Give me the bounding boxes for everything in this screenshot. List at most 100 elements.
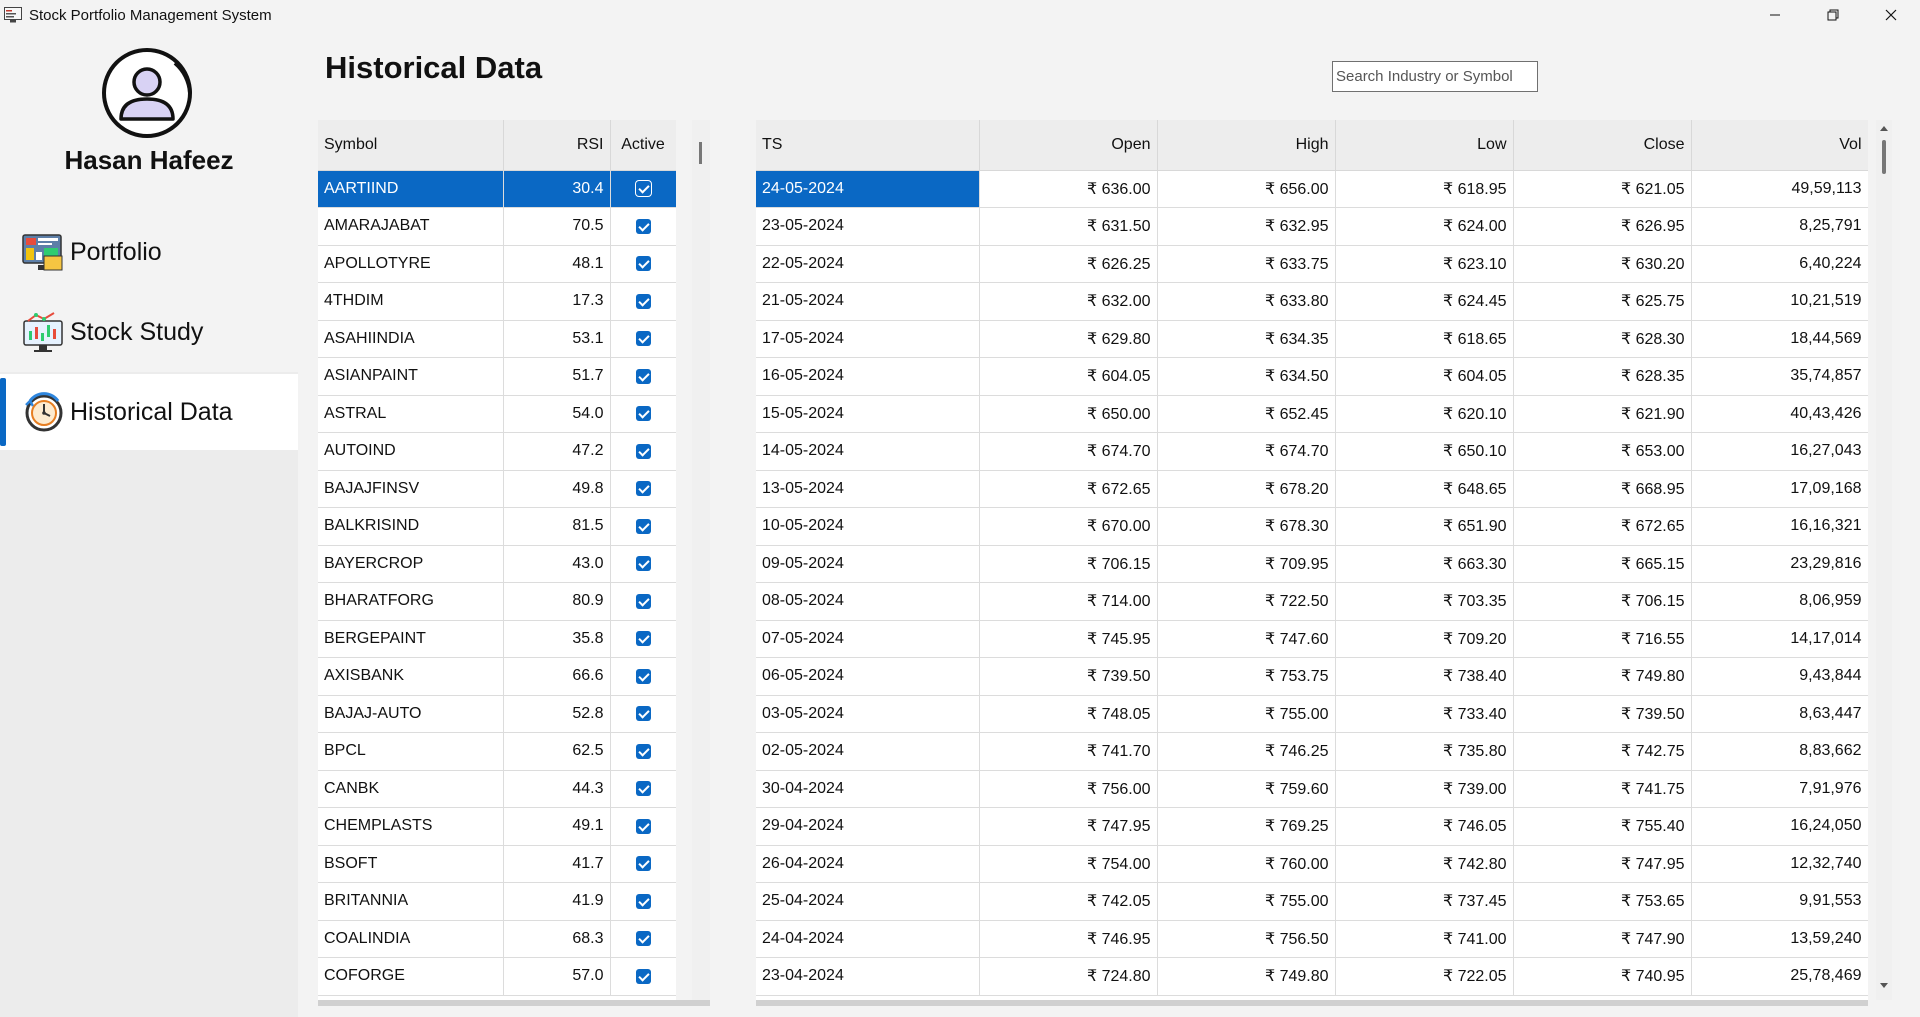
minimize-button[interactable] [1746, 0, 1804, 30]
cell-close[interactable]: ₹ 621.05 [1513, 170, 1692, 208]
cell-close[interactable]: ₹ 672.65 [1513, 507, 1692, 546]
cell-ts[interactable]: 21-05-2024 [756, 282, 980, 321]
cell-close[interactable]: ₹ 706.15 [1513, 582, 1692, 621]
cell-ts[interactable]: 02-05-2024 [756, 732, 980, 771]
active-checkbox[interactable] [635, 931, 651, 947]
cell-rsi[interactable]: 52.8 [503, 695, 611, 733]
cell-symbol[interactable]: 4THDIM [318, 282, 504, 321]
cell-open[interactable]: ₹ 741.70 [979, 732, 1158, 771]
table-row[interactable]: 06-05-2024 ₹ 739.50 ₹ 753.75 ₹ 738.40 ₹ 749.… [756, 657, 1868, 696]
active-checkbox[interactable] [635, 518, 651, 534]
cell-symbol[interactable]: AUTOIND [318, 432, 504, 471]
cell-rsi[interactable]: 48.1 [503, 245, 611, 283]
cell-open[interactable]: ₹ 746.95 [979, 920, 1158, 958]
cell-ts[interactable]: 16-05-2024 [756, 357, 980, 396]
cell-vol[interactable]: 40,43,426 [1691, 395, 1868, 433]
cell-open[interactable]: ₹ 670.00 [979, 507, 1158, 546]
table-row[interactable]: BPCL 62.5 [318, 732, 676, 771]
active-checkbox[interactable] [635, 556, 651, 572]
cell-low[interactable]: ₹ 742.80 [1335, 845, 1514, 883]
sidebar-item-portfolio[interactable]: Portfolio [0, 214, 298, 290]
cell-close[interactable]: ₹ 628.30 [1513, 320, 1692, 358]
cell-high[interactable]: ₹ 678.30 [1157, 507, 1336, 546]
cell-rsi[interactable]: 47.2 [503, 432, 611, 471]
cell-open[interactable]: ₹ 604.05 [979, 357, 1158, 396]
cell-vol[interactable]: 25,78,469 [1691, 957, 1868, 996]
active-checkbox[interactable] [634, 180, 652, 198]
cell-close[interactable]: ₹ 668.95 [1513, 470, 1692, 508]
table-row[interactable]: 10-05-2024 ₹ 670.00 ₹ 678.30 ₹ 651.90 ₹ 672.… [756, 507, 1868, 546]
cell-low[interactable]: ₹ 739.00 [1335, 770, 1514, 808]
active-checkbox[interactable] [635, 406, 651, 422]
cell-high[interactable]: ₹ 634.50 [1157, 357, 1336, 396]
table-row[interactable]: AARTIIND 30.4 [318, 170, 676, 208]
column-header-close[interactable]: Close [1513, 120, 1692, 171]
column-header-active[interactable]: Active [610, 120, 676, 171]
scroll-up-icon[interactable] [1879, 124, 1889, 132]
cell-rsi[interactable]: 44.3 [503, 770, 611, 808]
table-row[interactable]: BAJAJ-AUTO 52.8 [318, 695, 676, 733]
active-checkbox[interactable] [635, 893, 651, 909]
cell-vol[interactable]: 23,29,816 [1691, 545, 1868, 583]
symbols-scrollbar-thumb[interactable] [699, 142, 702, 164]
cell-rsi[interactable]: 30.4 [503, 170, 611, 208]
cell-ts[interactable]: 14-05-2024 [756, 432, 980, 471]
cell-high[interactable]: ₹ 755.00 [1157, 882, 1336, 921]
cell-ts[interactable]: 25-04-2024 [756, 882, 980, 921]
cell-close[interactable]: ₹ 740.95 [1513, 957, 1692, 996]
table-row[interactable]: BSOFT 41.7 [318, 845, 676, 883]
table-row[interactable]: 26-04-2024 ₹ 754.00 ₹ 760.00 ₹ 742.80 ₹ 747.… [756, 845, 1868, 883]
cell-low[interactable]: ₹ 741.00 [1335, 920, 1514, 958]
cell-symbol[interactable]: BERGEPAINT [318, 620, 504, 658]
active-checkbox[interactable] [635, 218, 651, 234]
table-row[interactable]: COALINDIA 68.3 [318, 920, 676, 958]
cell-open[interactable]: ₹ 748.05 [979, 695, 1158, 733]
cell-close[interactable]: ₹ 625.75 [1513, 282, 1692, 321]
cell-close[interactable]: ₹ 747.95 [1513, 845, 1692, 883]
table-row[interactable]: 02-05-2024 ₹ 741.70 ₹ 746.25 ₹ 735.80 ₹ 742.… [756, 732, 1868, 771]
cell-rsi[interactable]: 43.0 [503, 545, 611, 583]
cell-low[interactable]: ₹ 623.10 [1335, 245, 1514, 283]
cell-high[interactable]: ₹ 759.60 [1157, 770, 1336, 808]
cell-high[interactable]: ₹ 678.20 [1157, 470, 1336, 508]
active-checkbox[interactable] [635, 593, 651, 609]
scroll-down-icon[interactable] [1879, 982, 1889, 990]
cell-low[interactable]: ₹ 618.95 [1335, 170, 1514, 208]
cell-ts[interactable]: 23-04-2024 [756, 957, 980, 996]
cell-open[interactable]: ₹ 724.80 [979, 957, 1158, 996]
cell-rsi[interactable]: 57.0 [503, 957, 611, 996]
cell-close[interactable]: ₹ 621.90 [1513, 395, 1692, 433]
cell-symbol[interactable]: BAJAJ-AUTO [318, 695, 504, 733]
cell-symbol[interactable]: BRITANNIA [318, 882, 504, 921]
active-checkbox[interactable] [635, 631, 651, 647]
active-checkbox[interactable] [635, 968, 651, 984]
cell-symbol[interactable]: BALKRISIND [318, 507, 504, 546]
symbols-scrollbar[interactable] [692, 120, 710, 1000]
cell-high[interactable]: ₹ 709.95 [1157, 545, 1336, 583]
cell-symbol[interactable]: CANBK [318, 770, 504, 808]
column-header-rsi[interactable]: RSI [503, 120, 611, 171]
close-button[interactable] [1862, 0, 1920, 30]
cell-high[interactable]: ₹ 755.00 [1157, 695, 1336, 733]
table-row[interactable]: 25-04-2024 ₹ 742.05 ₹ 755.00 ₹ 737.45 ₹ 753.… [756, 882, 1868, 921]
cell-ts[interactable]: 24-04-2024 [756, 920, 980, 958]
cell-rsi[interactable]: 49.1 [503, 807, 611, 846]
active-checkbox[interactable] [635, 256, 651, 272]
table-row[interactable]: 09-05-2024 ₹ 706.15 ₹ 709.95 ₹ 663.30 ₹ 665.… [756, 545, 1868, 583]
table-row[interactable]: CHEMPLASTS 49.1 [318, 807, 676, 846]
cell-rsi[interactable]: 66.6 [503, 657, 611, 696]
cell-high[interactable]: ₹ 747.60 [1157, 620, 1336, 658]
cell-open[interactable]: ₹ 631.50 [979, 207, 1158, 246]
cell-vol[interactable]: 18,44,569 [1691, 320, 1868, 358]
table-row[interactable]: APOLLOTYRE 48.1 [318, 245, 676, 283]
table-row[interactable]: 24-04-2024 ₹ 746.95 ₹ 756.50 ₹ 741.00 ₹ 747.… [756, 920, 1868, 958]
cell-high[interactable]: ₹ 633.80 [1157, 282, 1336, 321]
cell-open[interactable]: ₹ 754.00 [979, 845, 1158, 883]
cell-high[interactable]: ₹ 674.70 [1157, 432, 1336, 471]
table-row[interactable]: 23-05-2024 ₹ 631.50 ₹ 632.95 ₹ 624.00 ₹ 626.… [756, 207, 1868, 246]
column-header-symbol[interactable]: Symbol [318, 120, 504, 171]
cell-ts[interactable]: 08-05-2024 [756, 582, 980, 621]
cell-high[interactable]: ₹ 632.95 [1157, 207, 1336, 246]
cell-ts[interactable]: 10-05-2024 [756, 507, 980, 546]
cell-open[interactable]: ₹ 674.70 [979, 432, 1158, 471]
